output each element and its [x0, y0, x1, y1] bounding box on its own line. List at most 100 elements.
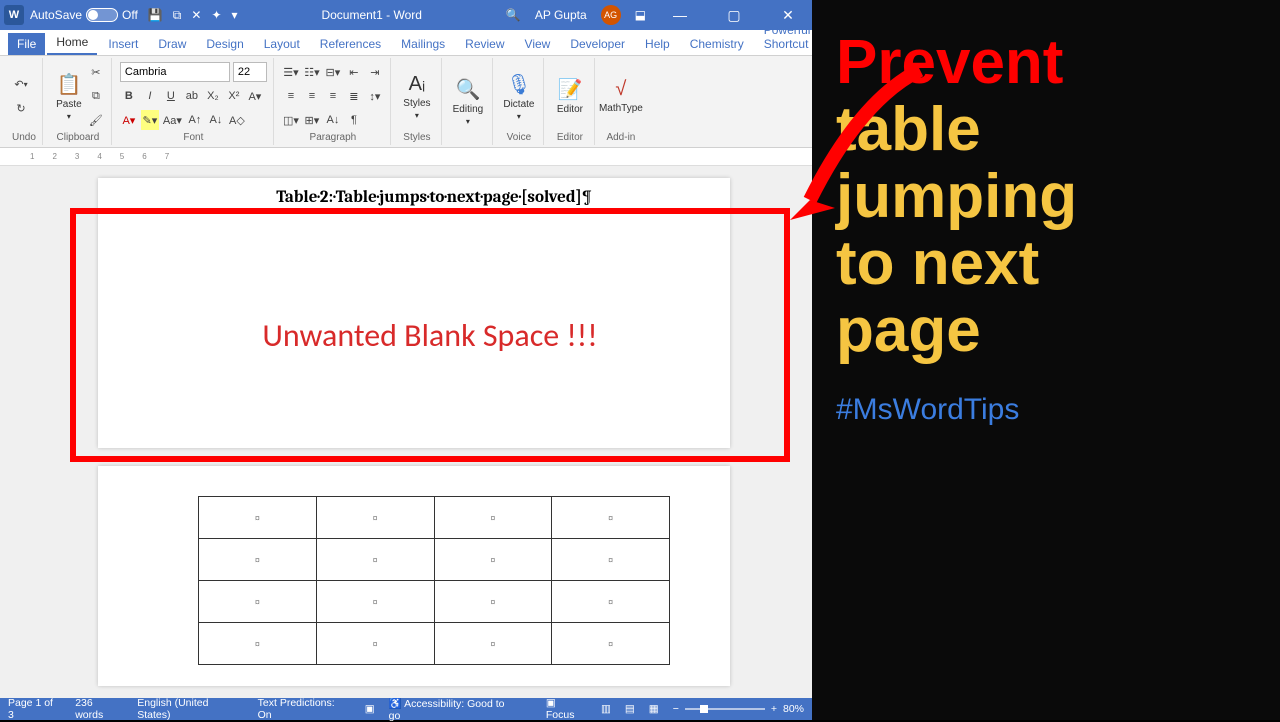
caption-line: to next	[836, 231, 1256, 298]
font-color-button[interactable]: A▾	[120, 110, 138, 130]
maximize-button[interactable]: ▢	[714, 7, 754, 24]
grow-font-button[interactable]: A↑	[186, 110, 204, 130]
ribbon-tabs: File Home Insert Draw Design Layout Refe…	[0, 30, 812, 56]
tab-layout[interactable]: Layout	[255, 33, 309, 55]
bold-button[interactable]: B	[120, 86, 138, 106]
group-label: Add-in	[603, 132, 639, 145]
decrease-indent-button[interactable]: ⇤	[345, 62, 363, 82]
qat-close-icon[interactable]: ✕	[191, 8, 201, 22]
qat-button[interactable]: ⧉	[173, 8, 182, 23]
increase-indent-button[interactable]: ⇥	[366, 62, 384, 82]
font-name-select[interactable]	[120, 62, 230, 82]
quick-access-toolbar: 💾 ⧉ ✕ ✦ ▾	[148, 8, 238, 23]
read-mode-icon[interactable]: ▥	[601, 703, 611, 715]
search-icon[interactable]: 🔍	[506, 8, 521, 22]
language-indicator[interactable]: English (United States)	[137, 697, 243, 721]
highlight-button[interactable]: ✎▾	[141, 110, 159, 130]
zoom-slider[interactable]	[685, 708, 765, 710]
tab-references[interactable]: References	[311, 33, 390, 55]
word-app-icon: W	[4, 5, 24, 25]
tab-developer[interactable]: Developer	[561, 33, 634, 55]
accessibility-status[interactable]: ♿ Accessibility: Good to go	[389, 697, 518, 722]
editor-button[interactable]: 📝Editor	[552, 67, 588, 125]
autosave-toggle[interactable]: AutoSave Off	[30, 8, 138, 22]
document-table[interactable]: ¤¤¤¤ ¤¤¤¤ ¤¤¤¤ ¤¤¤¤	[198, 496, 670, 665]
undo-button[interactable]: ↶▾	[12, 74, 30, 94]
microphone-icon: 🎙	[506, 72, 531, 97]
tab-chemistry[interactable]: Chemistry	[681, 33, 753, 55]
italic-button[interactable]: I	[141, 86, 159, 106]
ribbon-display-button[interactable]: ⬓	[635, 8, 646, 22]
underline-button[interactable]: U	[162, 86, 180, 106]
format-painter-button[interactable]: 🖌	[87, 110, 105, 130]
tab-review[interactable]: Review	[456, 33, 513, 55]
subscript-button[interactable]: X₂	[204, 86, 222, 106]
justify-button[interactable]: ≣	[345, 86, 363, 106]
tab-draw[interactable]: Draw	[149, 33, 195, 55]
qat-button[interactable]: ✦	[211, 8, 221, 22]
user-avatar[interactable]: AG	[601, 5, 621, 25]
redo-button[interactable]: ↻	[12, 98, 30, 118]
focus-mode-button[interactable]: ▣ Focus	[546, 697, 587, 721]
numbering-button[interactable]: ☷▾	[303, 62, 321, 82]
document-heading[interactable]: Table·2:·Table·jumps·to·next·page·[solve…	[198, 188, 670, 207]
group-styles: AᵢStyles▾ Styles	[393, 58, 442, 145]
shading-button[interactable]: ◫▾	[282, 110, 300, 130]
page-indicator[interactable]: Page 1 of 3	[8, 697, 61, 721]
zoom-level[interactable]: 80%	[783, 703, 804, 715]
group-addin: √MathType Add-in	[597, 58, 645, 145]
editing-button[interactable]: 🔍Editing▾	[450, 73, 486, 131]
document-area[interactable]: Table·2:·Table·jumps·to·next·page·[solve…	[0, 166, 812, 698]
tab-powerful-shortcut[interactable]: Powerful Shortcut	[755, 19, 820, 55]
hashtag: #MsWordTips	[836, 393, 1256, 427]
zoom-control[interactable]: − + 80%	[673, 703, 804, 715]
macro-icon[interactable]: ▣	[365, 703, 375, 715]
web-layout-icon[interactable]: ▦	[649, 703, 659, 715]
caption-line: page	[836, 298, 1256, 365]
tab-mailings[interactable]: Mailings	[392, 33, 454, 55]
tab-file[interactable]: File	[8, 33, 45, 55]
group-undo: ↶▾ ↻ Undo	[6, 58, 43, 145]
text-effects-button[interactable]: A▾	[246, 86, 264, 106]
annotation-text: Unwanted Blank Space !!!	[262, 316, 597, 355]
ribbon: ↶▾ ↻ Undo 📋Paste▾ ✂ ⧉ 🖌 Clipboard	[0, 56, 812, 148]
mathtype-button[interactable]: √MathType	[603, 67, 639, 125]
print-layout-icon[interactable]: ▤	[625, 703, 635, 715]
save-icon[interactable]: 💾	[148, 8, 163, 22]
tab-help[interactable]: Help	[636, 33, 679, 55]
multilevel-button[interactable]: ⊟▾	[324, 62, 342, 82]
minimize-button[interactable]: —	[660, 7, 700, 23]
tab-view[interactable]: View	[516, 33, 560, 55]
sort-button[interactable]: A↓	[324, 110, 342, 130]
borders-button[interactable]: ⊞▾	[303, 110, 321, 130]
table-row: ¤¤¤¤	[199, 581, 670, 623]
styles-button[interactable]: AᵢStyles▾	[399, 67, 435, 125]
align-center-button[interactable]: ≡	[303, 86, 321, 106]
change-case-button[interactable]: Aa▾	[162, 110, 183, 130]
horizontal-ruler[interactable]: 1234567	[0, 148, 812, 166]
tab-home[interactable]: Home	[47, 31, 97, 55]
tab-design[interactable]: Design	[197, 33, 252, 55]
bullets-button[interactable]: ☰▾	[282, 62, 300, 82]
superscript-button[interactable]: X²	[225, 86, 243, 106]
zoom-out-icon[interactable]: −	[673, 703, 679, 715]
shrink-font-button[interactable]: A↓	[207, 110, 225, 130]
dictate-button[interactable]: 🎙Dictate▾	[501, 67, 537, 125]
font-size-select[interactable]	[233, 62, 267, 82]
group-paragraph: ☰▾ ☷▾ ⊟▾ ⇤ ⇥ ≡ ≡ ≡ ≣ ↕▾ ◫▾ ⊞▾ A↓ ¶	[276, 58, 391, 145]
group-clipboard: 📋Paste▾ ✂ ⧉ 🖌 Clipboard	[45, 58, 112, 145]
paste-button[interactable]: 📋Paste▾	[51, 67, 87, 125]
zoom-in-icon[interactable]: +	[771, 703, 777, 715]
cut-button[interactable]: ✂	[87, 62, 105, 82]
line-spacing-button[interactable]: ↕▾	[366, 86, 384, 106]
align-left-button[interactable]: ≡	[282, 86, 300, 106]
show-marks-button[interactable]: ¶	[345, 110, 363, 130]
word-count[interactable]: 236 words	[75, 697, 123, 721]
group-label: Voice	[501, 132, 537, 145]
text-predictions[interactable]: Text Predictions: On	[258, 697, 351, 721]
tab-insert[interactable]: Insert	[99, 33, 147, 55]
align-right-button[interactable]: ≡	[324, 86, 342, 106]
strikethrough-button[interactable]: ab	[183, 86, 201, 106]
copy-button[interactable]: ⧉	[87, 86, 105, 106]
clear-formatting-button[interactable]: A◇	[228, 110, 246, 130]
